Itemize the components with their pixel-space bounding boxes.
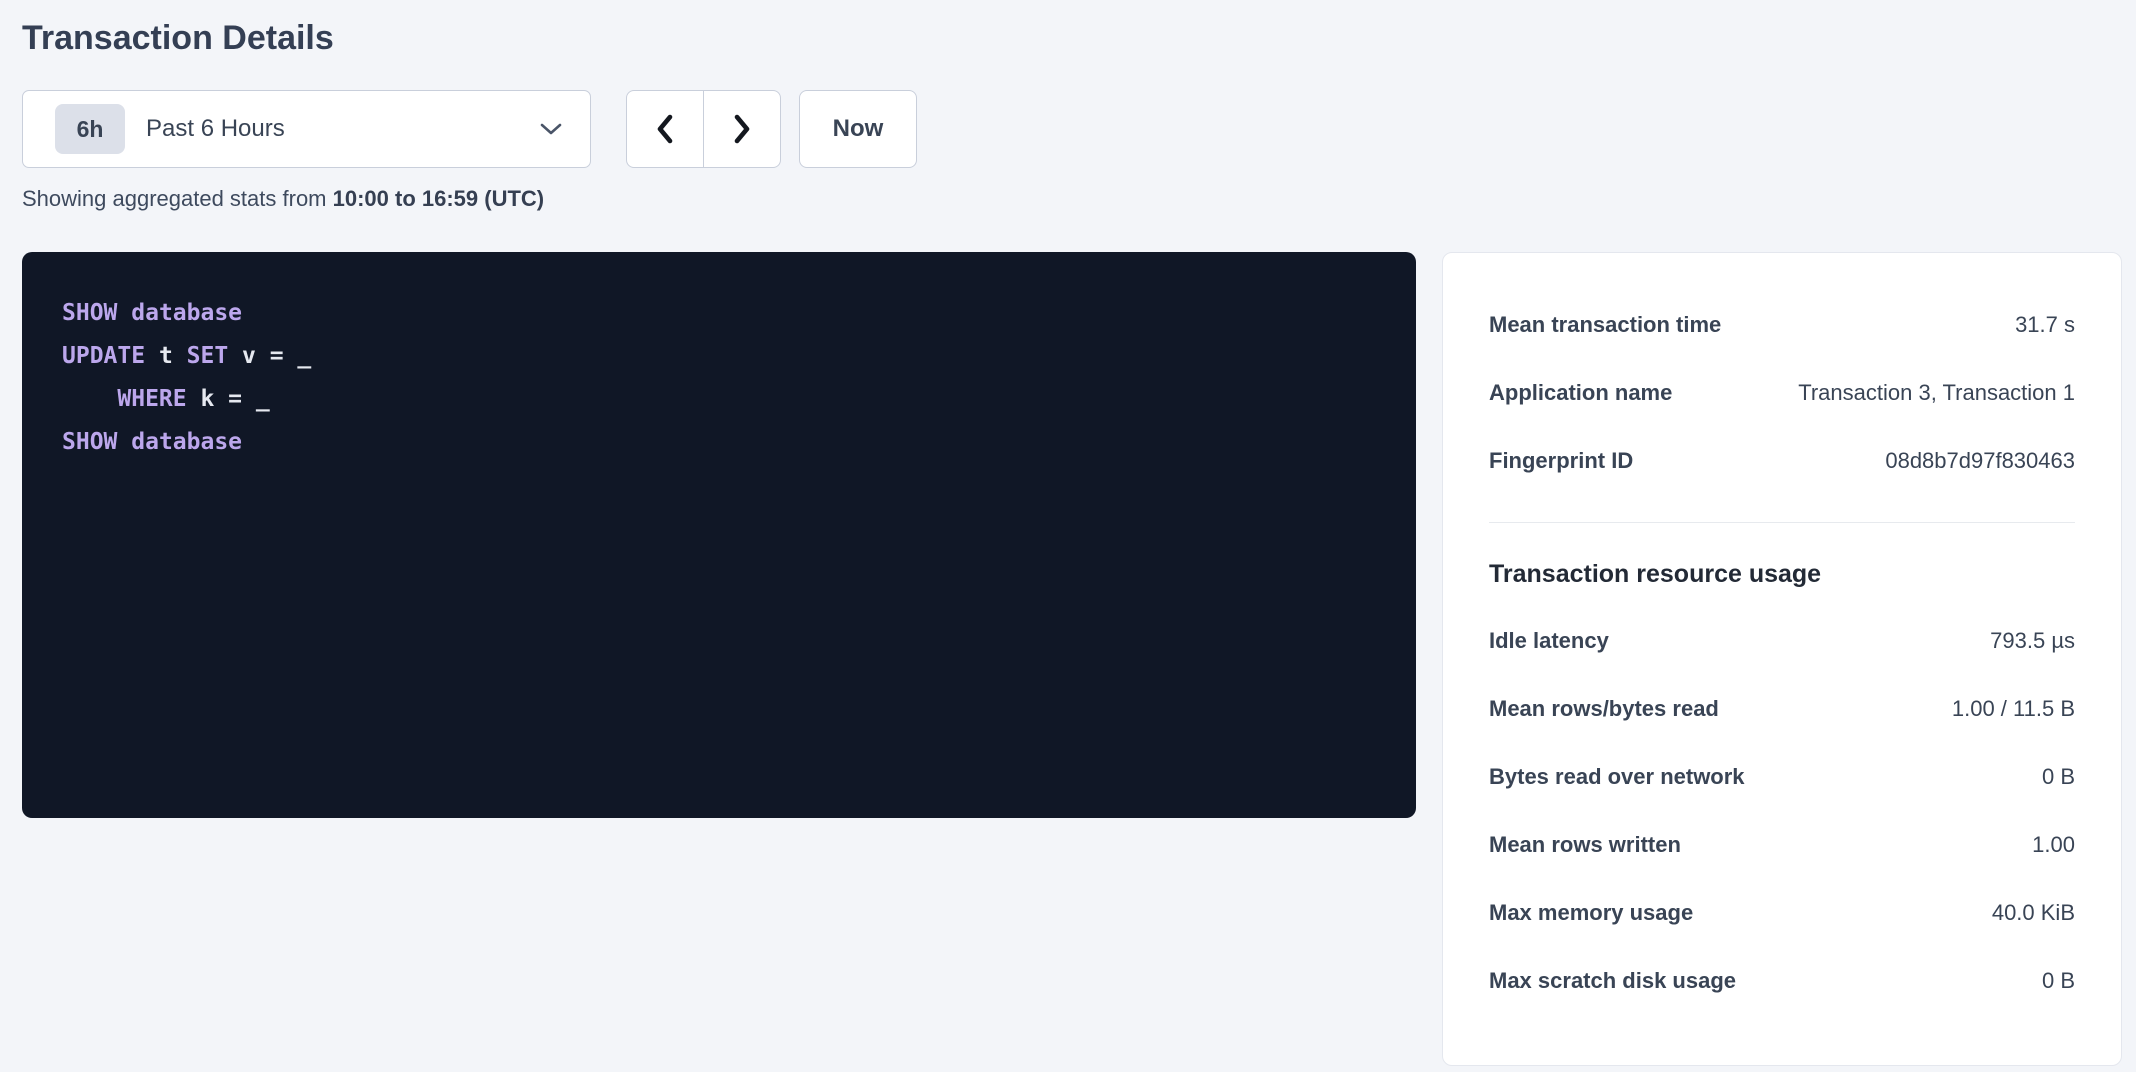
summary-row-value: Transaction 3, Transaction 1	[1798, 380, 2075, 406]
now-button[interactable]: Now	[799, 90, 917, 168]
chevron-right-icon	[731, 114, 753, 144]
chevron-left-icon	[654, 114, 676, 144]
time-range-badge: 6h	[55, 104, 125, 154]
sql-token: database	[131, 300, 242, 326]
chevron-down-icon	[538, 121, 564, 137]
sql-token: SET	[187, 343, 229, 369]
aggregation-caption-range: 10:00 to 16:59 (UTC)	[333, 186, 545, 211]
summary-resource-rows: Idle latency 793.5 µs Mean rows/bytes read…	[1489, 607, 2075, 1015]
sql-token: SHOW	[62, 300, 117, 326]
summary-row: Mean rows written 1.00	[1489, 811, 2075, 879]
summary-row: Max memory usage 40.0 KiB	[1489, 879, 2075, 947]
sql-token: SHOW	[62, 429, 117, 455]
sql-token: k = _	[187, 386, 270, 412]
summary-row-value: 31.7 s	[2015, 312, 2075, 338]
summary-row-label: Idle latency	[1489, 628, 1629, 654]
page-title: Transaction Details	[22, 16, 2122, 60]
sql-token: UPDATE	[62, 343, 145, 369]
next-interval-button[interactable]	[703, 90, 781, 168]
sql-statement-box: SHOW databaseUPDATE t SET v = _ WHERE k …	[22, 252, 1416, 818]
summary-row: Application name Transaction 3, Transacti…	[1489, 359, 2075, 427]
summary-row-label: Bytes read over network	[1489, 764, 1765, 790]
summary-row-value: 793.5 µs	[1990, 628, 2075, 654]
summary-row: Mean rows/bytes read 1.00 / 11.5 B	[1489, 675, 2075, 743]
sql-token	[117, 300, 131, 326]
summary-row-label: Mean transaction time	[1489, 312, 1741, 338]
summary-row: Mean transaction time 31.7 s	[1489, 291, 2075, 359]
aggregation-caption: Showing aggregated stats from 10:00 to 1…	[22, 186, 2122, 212]
sql-token	[117, 429, 131, 455]
sql-token: v = _	[228, 343, 311, 369]
sql-line: WHERE k = _	[62, 378, 1376, 421]
time-range-label: Past 6 Hours	[146, 115, 285, 143]
resource-usage-heading: Transaction resource usage	[1489, 559, 2075, 589]
time-controls: 6h Past 6 Hours	[22, 90, 2122, 168]
time-step-button-group	[626, 90, 781, 168]
summary-divider	[1489, 522, 2075, 523]
main-content: SHOW databaseUPDATE t SET v = _ WHERE k …	[22, 252, 2122, 1066]
summary-row-label: Max memory usage	[1489, 900, 1713, 926]
sql-line: SHOW database	[62, 292, 1376, 335]
sql-token: WHERE	[117, 386, 186, 412]
summary-row: Idle latency 793.5 µs	[1489, 607, 2075, 675]
summary-row-value: 08d8b7d97f830463	[1885, 448, 2075, 474]
summary-row: Bytes read over network 0 B	[1489, 743, 2075, 811]
sql-line: UPDATE t SET v = _	[62, 335, 1376, 378]
summary-row: Max scratch disk usage 0 B	[1489, 947, 2075, 1015]
summary-row-value: 1.00	[2032, 832, 2075, 858]
summary-row-label: Mean rows/bytes read	[1489, 696, 1739, 722]
sql-token: database	[131, 429, 242, 455]
transaction-summary-card: Mean transaction time 31.7 s Application n…	[1442, 252, 2122, 1066]
summary-top-rows: Mean transaction time 31.7 s Application n…	[1489, 291, 2075, 495]
summary-row-label: Fingerprint ID	[1489, 448, 1653, 474]
sql-token	[62, 386, 117, 412]
summary-row-value: 1.00 / 11.5 B	[1952, 696, 2075, 722]
aggregation-caption-prefix: Showing aggregated stats from	[22, 186, 333, 211]
summary-row-label: Mean rows written	[1489, 832, 1701, 858]
time-range-dropdown[interactable]: 6h Past 6 Hours	[22, 90, 591, 168]
summary-row-label: Max scratch disk usage	[1489, 968, 1756, 994]
previous-interval-button[interactable]	[626, 90, 704, 168]
sql-token: t	[145, 343, 187, 369]
summary-row-value: 40.0 KiB	[1992, 900, 2075, 926]
summary-row-value: 0 B	[2042, 764, 2075, 790]
summary-row-label: Application name	[1489, 380, 1692, 406]
transaction-details-page: Transaction Details 6h Past 6 Hours	[0, 0, 2136, 1066]
summary-row-value: 0 B	[2042, 968, 2075, 994]
sql-line: SHOW database	[62, 421, 1376, 464]
summary-row: Fingerprint ID 08d8b7d97f830463	[1489, 427, 2075, 495]
